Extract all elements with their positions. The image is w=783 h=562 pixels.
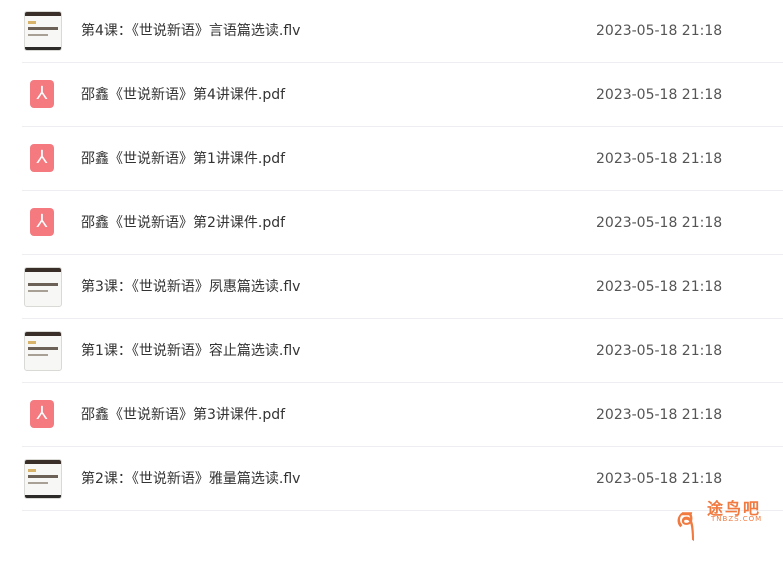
file-name[interactable]: 第1课：《世说新语》容止篇选读.flv xyxy=(81,320,300,383)
file-name[interactable]: 邵鑫《世说新语》第4讲课件.pdf xyxy=(81,64,285,127)
watermark-subtext: TNBZS.COM xyxy=(711,515,763,523)
file-row[interactable]: 第4课：《世说新语》言语篇选读.flv 2023-05-18 21:18 xyxy=(22,0,783,63)
pdf-icon: ⅄ xyxy=(30,400,54,428)
file-row[interactable]: 第2课：《世说新语》雅量篇选读.flv 2023-05-18 21:18 xyxy=(22,448,783,511)
file-date: 2023-05-18 21:18 xyxy=(596,279,723,295)
video-thumbnail-icon xyxy=(24,11,62,51)
file-date: 2023-05-18 21:18 xyxy=(596,215,723,231)
file-row[interactable]: ⅄ 邵鑫《世说新语》第2讲课件.pdf 2023-05-18 21:18 xyxy=(22,192,783,255)
pdf-icon: ⅄ xyxy=(30,208,54,236)
file-date: 2023-05-18 21:18 xyxy=(596,343,723,359)
file-name[interactable]: 第4课：《世说新语》言语篇选读.flv xyxy=(81,0,300,63)
pdf-icon: ⅄ xyxy=(30,144,54,172)
file-name[interactable]: 邵鑫《世说新语》第2讲课件.pdf xyxy=(81,192,285,255)
file-row[interactable]: 第1课：《世说新语》容止篇选读.flv 2023-05-18 21:18 xyxy=(22,320,783,383)
file-row[interactable]: 第3课：《世说新语》夙惠篇选读.flv 2023-05-18 21:18 xyxy=(22,256,783,319)
video-thumbnail-icon xyxy=(24,459,62,499)
file-row[interactable]: ⅄ 邵鑫《世说新语》第4讲课件.pdf 2023-05-18 21:18 xyxy=(22,64,783,127)
video-thumbnail-icon xyxy=(24,331,62,371)
pdf-icon: ⅄ xyxy=(30,80,54,108)
file-date: 2023-05-18 21:18 xyxy=(596,151,723,167)
file-name[interactable]: 邵鑫《世说新语》第1讲课件.pdf xyxy=(81,128,285,191)
bird-logo-icon: ཞ xyxy=(677,507,694,535)
file-row[interactable]: ⅄ 邵鑫《世说新语》第3讲课件.pdf 2023-05-18 21:18 xyxy=(22,384,783,447)
file-row[interactable]: ⅄ 邵鑫《世说新语》第1讲课件.pdf 2023-05-18 21:18 xyxy=(22,128,783,191)
file-date: 2023-05-18 21:18 xyxy=(596,407,723,423)
file-date: 2023-05-18 21:18 xyxy=(596,87,723,103)
video-thumbnail-icon xyxy=(24,267,62,307)
file-name[interactable]: 第3课：《世说新语》夙惠篇选读.flv xyxy=(81,256,300,319)
file-name[interactable]: 第2课：《世说新语》雅量篇选读.flv xyxy=(81,448,300,511)
watermark-logo: ཞ 途鸟吧 TNBZS.COM xyxy=(677,493,773,535)
file-date: 2023-05-18 21:18 xyxy=(596,23,723,39)
file-name[interactable]: 邵鑫《世说新语》第3讲课件.pdf xyxy=(81,384,285,447)
